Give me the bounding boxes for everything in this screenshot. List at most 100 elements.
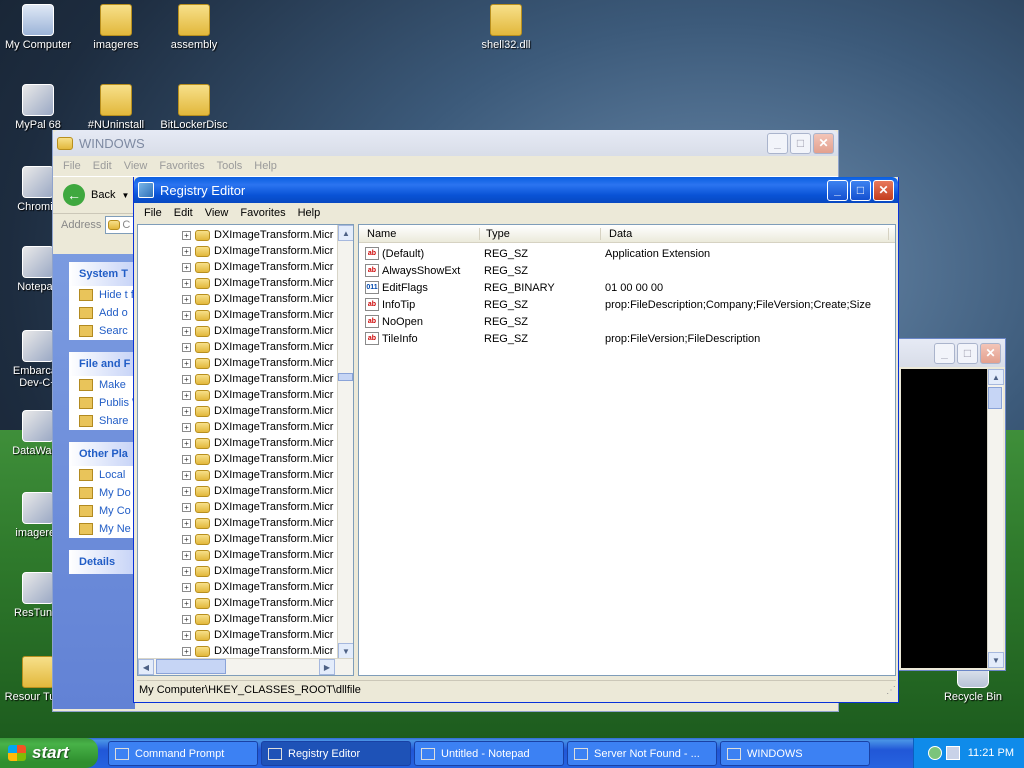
column-data[interactable]: Data: [601, 227, 889, 240]
explorer-menu-edit[interactable]: Edit: [87, 160, 118, 172]
desktop-icon[interactable]: #NUninstall: [78, 84, 154, 131]
expand-icon[interactable]: +: [182, 550, 191, 560]
expand-icon[interactable]: +: [182, 310, 191, 320]
expand-icon[interactable]: +: [182, 646, 191, 656]
tree-node[interactable]: + DXImageTransform.Micr: [182, 371, 333, 387]
scroll-thumb[interactable]: [988, 387, 1002, 409]
start-button[interactable]: start: [0, 738, 98, 768]
task-link[interactable]: Share: [69, 412, 135, 430]
task-link[interactable]: Searc: [69, 322, 135, 340]
tree-node[interactable]: + DXImageTransform.Micr: [182, 627, 333, 643]
expand-icon[interactable]: +: [182, 582, 191, 592]
tree-node[interactable]: + DXImageTransform.Micr: [182, 227, 333, 243]
explorer-menu-tools[interactable]: Tools: [211, 160, 249, 172]
scroll-thumb[interactable]: [338, 373, 353, 381]
tree-node[interactable]: + DXImageTransform.Micr: [182, 355, 333, 371]
expand-icon[interactable]: +: [182, 438, 191, 448]
maximize-icon[interactable]: □: [790, 132, 811, 154]
expand-icon[interactable]: +: [182, 278, 191, 288]
expand-icon[interactable]: +: [182, 422, 191, 432]
desktop-icon[interactable]: shell32.dll: [468, 4, 544, 51]
expand-icon[interactable]: +: [182, 374, 191, 384]
back-button[interactable]: Back: [91, 189, 115, 201]
task-link[interactable]: Publis Web: [69, 394, 135, 412]
expand-icon[interactable]: +: [182, 614, 191, 624]
expand-icon[interactable]: +: [182, 518, 191, 528]
tree-node[interactable]: + DXImageTransform.Micr: [182, 243, 333, 259]
minimize-icon[interactable]: _: [767, 132, 788, 154]
taskbar-button[interactable]: Server Not Found - ...: [567, 741, 717, 766]
key-tree[interactable]: + DXImageTransform.Micr + DXImageTransform.…: [137, 224, 354, 676]
task-link[interactable]: Local: [69, 466, 135, 484]
regedit-menu-edit[interactable]: Edit: [168, 207, 199, 219]
maximize-icon[interactable]: □: [850, 179, 871, 201]
tree-node[interactable]: + DXImageTransform.Micr: [182, 419, 333, 435]
tree-node[interactable]: + DXImageTransform.Micr: [182, 579, 333, 595]
tree-node[interactable]: + DXImageTransform.Micr: [182, 483, 333, 499]
tree-node[interactable]: + DXImageTransform.Micr: [182, 323, 333, 339]
scroll-left-icon[interactable]: ◀: [138, 659, 154, 675]
close-icon[interactable]: ✕: [873, 179, 894, 201]
tree-node[interactable]: + DXImageTransform.Micr: [182, 563, 333, 579]
tray-icon[interactable]: [927, 746, 942, 760]
column-type[interactable]: Type: [480, 227, 601, 240]
resize-grip-icon[interactable]: ⋰: [886, 685, 896, 696]
column-name[interactable]: Name: [359, 227, 480, 240]
tree-node[interactable]: + DXImageTransform.Micr: [182, 275, 333, 291]
registry-editor-window[interactable]: Registry Editor _ □ ✕ File Edit View Favori…: [133, 177, 899, 703]
tree-vscroll[interactable]: ▲ ▼: [337, 225, 353, 659]
expand-icon[interactable]: +: [182, 630, 191, 640]
expand-icon[interactable]: +: [182, 566, 191, 576]
expand-icon[interactable]: +: [182, 486, 191, 496]
expand-icon[interactable]: +: [182, 262, 191, 272]
back-arrow-icon[interactable]: ←: [63, 184, 85, 206]
tree-node[interactable]: + DXImageTransform.Micr: [182, 515, 333, 531]
tree-node[interactable]: + DXImageTransform.Micr: [182, 547, 333, 563]
desktop-icon[interactable]: BitLockerDisc: [156, 84, 232, 131]
registry-value-row[interactable]: 011 EditFlags REG_BINARY 01 00 00 00: [359, 279, 895, 296]
tree-node[interactable]: + DXImageTransform.Micr: [182, 307, 333, 323]
scroll-right-icon[interactable]: ▶: [319, 659, 335, 675]
task-link[interactable]: Hide t folder: [69, 286, 135, 304]
maximize-icon[interactable]: □: [957, 342, 978, 364]
expand-icon[interactable]: +: [182, 390, 191, 400]
explorer-titlebar[interactable]: WINDOWS _ □ ✕: [53, 130, 838, 156]
tree-node[interactable]: + DXImageTransform.Micr: [182, 451, 333, 467]
regedit-menu-help[interactable]: Help: [292, 207, 327, 219]
regedit-menu-favorites[interactable]: Favorites: [234, 207, 291, 219]
explorer-menu-favorites[interactable]: Favorites: [153, 160, 210, 172]
tree-node[interactable]: + DXImageTransform.Micr: [182, 643, 333, 659]
desktop-icon[interactable]: assembly: [156, 4, 232, 51]
tree-node[interactable]: + DXImageTransform.Micr: [182, 467, 333, 483]
tree-node[interactable]: + DXImageTransform.Micr: [182, 339, 333, 355]
registry-value-row[interactable]: ab NoOpen REG_SZ: [359, 313, 895, 330]
explorer-menu-help[interactable]: Help: [248, 160, 283, 172]
expand-icon[interactable]: +: [182, 358, 191, 368]
regedit-menu-file[interactable]: File: [138, 207, 168, 219]
chevron-down-icon[interactable]: ▼: [121, 191, 129, 200]
task-panel-title[interactable]: Other Pla: [69, 442, 135, 466]
task-link[interactable]: My Co: [69, 502, 135, 520]
expand-icon[interactable]: +: [182, 534, 191, 544]
scroll-thumb[interactable]: [156, 659, 226, 674]
volume-icon[interactable]: [945, 746, 960, 760]
taskbar-button[interactable]: Untitled - Notepad: [414, 741, 564, 766]
task-link[interactable]: My Ne: [69, 520, 135, 538]
tree-node[interactable]: + DXImageTransform.Micr: [182, 595, 333, 611]
regedit-menu-view[interactable]: View: [199, 207, 235, 219]
console-titlebar[interactable]: _ □ ✕: [899, 339, 1005, 367]
taskbar-button[interactable]: Command Prompt: [108, 741, 258, 766]
values-list[interactable]: Name Type Data ab (Default) REG_SZ Applicat…: [358, 224, 896, 676]
registry-value-row[interactable]: ab (Default) REG_SZ Application Extension: [359, 245, 895, 262]
scroll-down-icon[interactable]: ▼: [338, 643, 353, 659]
tree-node[interactable]: + DXImageTransform.Micr: [182, 387, 333, 403]
scroll-down-icon[interactable]: ▼: [988, 652, 1004, 668]
expand-icon[interactable]: +: [182, 502, 191, 512]
expand-icon[interactable]: +: [182, 454, 191, 464]
task-panel-title[interactable]: File and F: [69, 352, 135, 376]
tree-hscroll[interactable]: ◀ ▶: [138, 658, 353, 675]
expand-icon[interactable]: +: [182, 406, 191, 416]
task-panel-title[interactable]: System T: [69, 262, 135, 286]
desktop-icon[interactable]: imageres: [78, 4, 154, 51]
tree-node[interactable]: + DXImageTransform.Micr: [182, 611, 333, 627]
